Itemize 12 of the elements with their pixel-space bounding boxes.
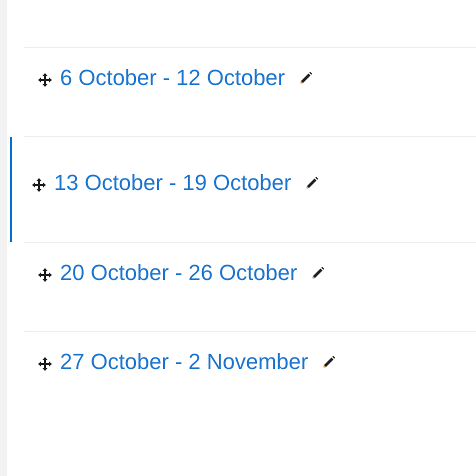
section-title-link[interactable]: 27 October - 2 November [60,348,308,376]
move-icon[interactable] [37,356,53,372]
pencil-icon[interactable] [311,266,326,280]
pencil-icon[interactable] [299,71,313,85]
move-icon[interactable] [37,72,53,88]
move-icon[interactable] [37,267,53,283]
section-title-link[interactable]: 13 October - 19 October [54,169,292,197]
pencil-icon[interactable] [305,176,320,190]
move-icon[interactable] [31,177,47,193]
pencil-icon[interactable] [322,355,336,369]
section-title-link[interactable]: 6 October - 12 October [60,64,285,92]
section-title-link[interactable]: 20 October - 26 October [60,259,298,287]
